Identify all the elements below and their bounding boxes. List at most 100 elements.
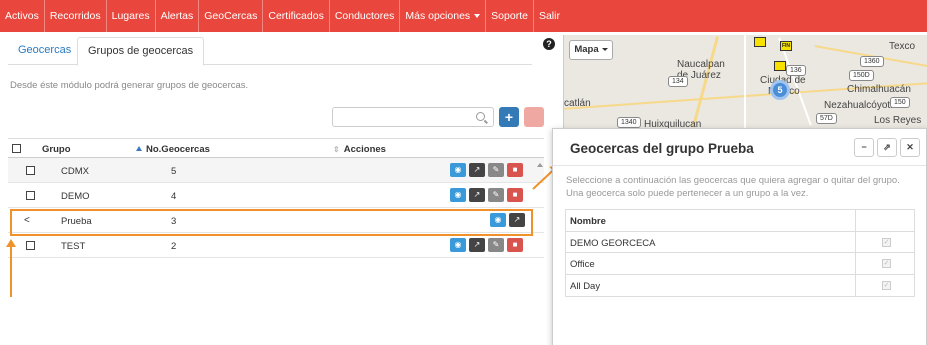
top-navbar: Activos Recorridos Lugares Alertas GeoCe… bbox=[0, 0, 927, 32]
header-grupo[interactable]: Grupo bbox=[42, 144, 71, 155]
geofence-checkbox[interactable]: ✓ bbox=[882, 237, 891, 247]
caret-down-icon bbox=[601, 47, 608, 51]
chart-icon[interactable]: ↗ bbox=[469, 188, 485, 202]
table-row[interactable]: TEST 2 ◉ ↗ ✎ ■ bbox=[8, 233, 544, 258]
map-road bbox=[692, 36, 719, 127]
trash-icon[interactable]: ■ bbox=[507, 163, 523, 177]
view-icon[interactable]: ◉ bbox=[450, 188, 466, 202]
geofence-name: All Day bbox=[570, 280, 601, 292]
module-description: Desde éste módulo podrá generar grupos d… bbox=[10, 80, 249, 91]
nav-salir[interactable]: Salir bbox=[534, 0, 565, 32]
map-marker-icon[interactable] bbox=[754, 37, 766, 47]
edit-icon[interactable]: ✎ bbox=[488, 163, 504, 177]
sort-icon: ⇕ bbox=[333, 145, 340, 154]
nav-alertas[interactable]: Alertas bbox=[156, 0, 200, 32]
delete-selected-button[interactable] bbox=[524, 107, 544, 127]
header-acciones: ⇕ Acciones bbox=[333, 144, 386, 155]
geofences-header: Nombre bbox=[566, 210, 914, 232]
edit-icon[interactable]: ✎ bbox=[488, 238, 504, 252]
map-label: Los Reyes bbox=[874, 115, 922, 126]
trash-icon[interactable]: ■ bbox=[507, 188, 523, 202]
map-road bbox=[744, 35, 746, 128]
highway-shield: 136 bbox=[786, 65, 806, 76]
help-icon[interactable]: ? bbox=[543, 38, 555, 50]
nav-recorridos[interactable]: Recorridos bbox=[45, 0, 107, 32]
group-count: 2 bbox=[171, 241, 177, 252]
map-marker-icon[interactable]: FIN bbox=[780, 41, 792, 51]
view-icon[interactable]: ◉ bbox=[450, 163, 466, 177]
map-label: Chimalhuacán bbox=[847, 84, 911, 95]
geofence-checkbox[interactable]: ✓ bbox=[882, 259, 891, 268]
tab-geocercas[interactable]: Geocercas bbox=[8, 37, 81, 65]
group-name: TEST bbox=[61, 241, 86, 252]
nav-geocercas[interactable]: GeoCercas bbox=[199, 0, 264, 32]
tab-grupos-geocercas[interactable]: Grupos de geocercas bbox=[77, 37, 205, 66]
nav-lugares[interactable]: Lugares bbox=[107, 0, 156, 32]
list-item[interactable]: All Day ✓ bbox=[566, 274, 914, 296]
chart-icon[interactable]: ↗ bbox=[469, 238, 485, 252]
scroll-up-arrow-icon[interactable] bbox=[537, 163, 543, 167]
row-checkbox[interactable] bbox=[26, 166, 35, 175]
row-checkbox[interactable] bbox=[26, 191, 35, 200]
sort-asc-icon bbox=[136, 146, 142, 151]
divider bbox=[855, 274, 856, 296]
map-label: catlán bbox=[564, 98, 591, 109]
highway-shield: 150 bbox=[890, 97, 910, 108]
map-label: Huixquilucan bbox=[644, 119, 702, 128]
panel-description: Seleccione a continuación las geocercas … bbox=[566, 174, 916, 200]
header-acciones-label: Acciones bbox=[343, 144, 386, 155]
header-no-geocercas-label: No.Geocercas bbox=[146, 144, 210, 155]
map-marker-icon[interactable] bbox=[774, 61, 786, 71]
panel-title: Geocercas del grupo Prueba bbox=[570, 141, 754, 156]
highway-shield: 1360 bbox=[860, 56, 884, 67]
map-type-button[interactable]: Mapa bbox=[569, 40, 613, 60]
annotation-arrow-up bbox=[6, 239, 16, 297]
map-type-label: Mapa bbox=[574, 44, 599, 55]
geofences-table: Nombre DEMO GEORCECA ✓ Office ✓ All Day … bbox=[565, 209, 915, 297]
divider bbox=[553, 165, 926, 166]
header-nombre: Nombre bbox=[570, 216, 606, 227]
panel-desc-line: Seleccione a continuación las geocercas … bbox=[566, 175, 900, 186]
popout-icon[interactable]: ⇗ bbox=[877, 138, 897, 157]
list-item[interactable]: Office ✓ bbox=[566, 253, 914, 275]
nav-mas-opciones[interactable]: Más opciones bbox=[400, 0, 487, 32]
map-view[interactable]: Texco Naucalpan de Juárez Ciudad de Méxi… bbox=[563, 35, 927, 128]
search-icon bbox=[476, 112, 485, 121]
tab-bar: Geocercas Grupos de geocercas bbox=[8, 37, 532, 66]
chart-icon[interactable]: ↗ bbox=[469, 163, 485, 177]
divider bbox=[855, 253, 856, 274]
table-row[interactable]: DEMO 4 ◉ ↗ ✎ ■ bbox=[8, 183, 544, 208]
row-checkbox[interactable] bbox=[26, 241, 35, 250]
edit-icon[interactable]: ✎ bbox=[488, 188, 504, 202]
add-group-button[interactable]: + bbox=[499, 107, 519, 127]
nav-soporte[interactable]: Soporte bbox=[486, 0, 534, 32]
view-icon[interactable]: ◉ bbox=[450, 238, 466, 252]
group-count: 5 bbox=[171, 166, 177, 177]
list-item[interactable]: DEMO GEORCECA ✓ bbox=[566, 231, 914, 253]
group-name: CDMX bbox=[61, 166, 89, 177]
marker-cluster[interactable]: 5 bbox=[770, 80, 790, 100]
table-row[interactable]: CDMX 5 ◉ ↗ ✎ ■ bbox=[8, 158, 544, 183]
highway-shield: 1340 bbox=[617, 117, 641, 128]
geofence-checkbox[interactable]: ✓ bbox=[882, 280, 891, 290]
map-label: Naucalpan bbox=[677, 59, 725, 70]
group-count: 4 bbox=[171, 191, 177, 202]
groups-table: Grupo No.Geocercas ⇕ Acciones CDMX 5 ◉ ↗ … bbox=[8, 138, 544, 258]
nav-conductores[interactable]: Conductores bbox=[330, 0, 401, 32]
search-input[interactable] bbox=[332, 107, 494, 127]
highway-shield: 150D bbox=[849, 70, 874, 81]
nav-certificados[interactable]: Certificados bbox=[263, 0, 330, 32]
divider bbox=[855, 210, 856, 231]
highway-shield: 57D bbox=[816, 113, 837, 124]
close-icon[interactable]: ✕ bbox=[900, 138, 920, 157]
minimize-icon[interactable]: − bbox=[854, 138, 874, 157]
map-label: Nezahualcóyotl bbox=[824, 100, 893, 111]
nav-activos[interactable]: Activos bbox=[0, 0, 45, 32]
nav-mas-opciones-label: Más opciones bbox=[405, 10, 471, 22]
select-all-checkbox[interactable] bbox=[12, 144, 21, 153]
highlight-box bbox=[10, 209, 533, 236]
header-no-geocercas[interactable]: No.Geocercas bbox=[136, 144, 210, 155]
row-actions: ◉ ↗ ✎ ■ bbox=[450, 188, 523, 202]
row-actions: ◉ ↗ ✎ ■ bbox=[450, 238, 523, 252]
trash-icon[interactable]: ■ bbox=[507, 238, 523, 252]
